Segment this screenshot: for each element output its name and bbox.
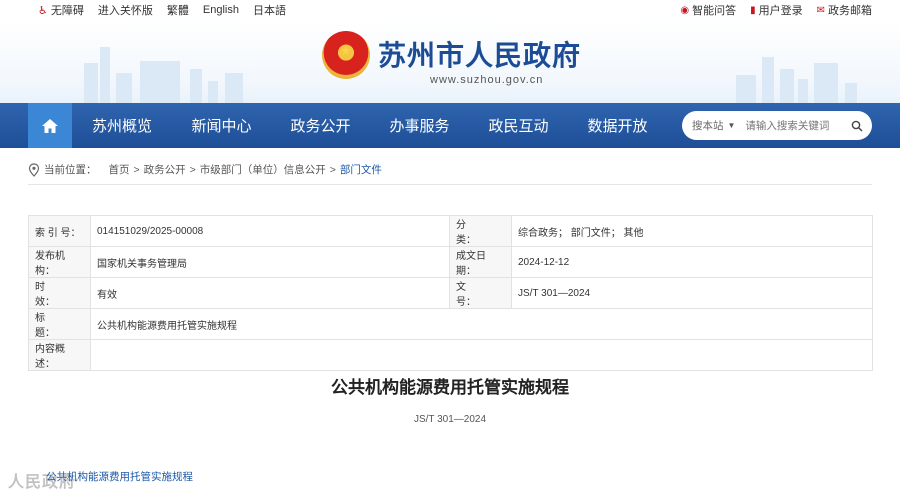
breadcrumb-gov-affairs[interactable]: 政务公开 <box>144 162 186 177</box>
mail-icon: ✉ <box>816 4 825 16</box>
star-icon: ★ <box>340 43 352 58</box>
index-label: 索 引 号： <box>28 215 91 247</box>
summary-value <box>90 339 873 371</box>
english-link[interactable]: English <box>203 4 239 16</box>
user-login-link[interactable]: ▮ 用户登录 <box>750 2 803 18</box>
smart-qa-link[interactable]: ◉ 智能问答 <box>680 2 736 18</box>
nav-news-center[interactable]: 新闻中心 <box>172 115 271 136</box>
title-label: 标 题： <box>28 308 91 340</box>
traditional-chinese-link[interactable]: 繁體 <box>167 2 189 18</box>
nav-suzhou-overview[interactable]: 苏州概览 <box>72 115 172 136</box>
summary-label: 内容概述： <box>28 339 91 371</box>
document-meta-table: 索 引 号： 014151029/2025-00008 分 类： 综合政务； 部… <box>28 215 873 371</box>
skyline-left-decoration <box>0 20 260 103</box>
dropdown-triangle-icon: ▼ <box>727 121 736 130</box>
breadcrumb-divider <box>28 184 872 185</box>
nav-services[interactable]: 办事服务 <box>370 115 469 136</box>
accessibility-link[interactable]: ♿ 无障碍 <box>38 2 84 18</box>
main-nav: 苏州概览 新闻中心 政务公开 办事服务 政民互动 数据开放 搜本站 ▼ <box>0 103 900 148</box>
accessibility-icon: ♿ <box>38 4 48 17</box>
gov-mail-link[interactable]: ✉ 政务邮箱 <box>817 2 872 18</box>
japanese-link[interactable]: 日本語 <box>253 2 286 18</box>
category-label: 分 类： <box>449 215 512 247</box>
search-scope-select[interactable]: 搜本站 ▼ <box>682 118 735 133</box>
site-url: www.suzhou.gov.cn <box>430 74 544 86</box>
site-header: ★ 苏州市人民政府 www.suzhou.gov.cn <box>0 20 900 103</box>
search-box: 搜本站 ▼ <box>682 111 872 140</box>
home-icon <box>42 118 58 133</box>
publisher-value: 国家机关事务管理局 <box>90 246 450 278</box>
breadcrumb-dept-documents[interactable]: 部门文件 <box>340 162 382 177</box>
doc-number-label: 文 号： <box>449 277 512 309</box>
user-icon: ▮ <box>750 4 756 16</box>
nav-open-data[interactable]: 数据开放 <box>568 115 667 136</box>
document-title: 公共机构能源费用托管实施规程 <box>331 378 569 398</box>
home-button[interactable] <box>28 103 72 148</box>
title-value: 公共机构能源费用托管实施规程 <box>90 308 873 340</box>
date-label: 成文日期： <box>449 246 512 278</box>
site-title[interactable]: 苏州市人民政府 <box>378 34 581 74</box>
validity-value: 有效 <box>90 277 450 309</box>
national-emblem-logo[interactable]: ★ <box>322 31 370 79</box>
breadcrumb: 当前位置： 首页 > 政务公开 > 市级部门（单位）信息公开 > 部门文件 <box>28 162 382 177</box>
care-mode-link[interactable]: 进入关怀版 <box>98 2 153 18</box>
publisher-label: 发布机构： <box>28 246 91 278</box>
nav-interaction[interactable]: 政民互动 <box>469 115 568 136</box>
validity-label: 时 效： <box>28 277 91 309</box>
nav-gov-affairs[interactable]: 政务公开 <box>271 115 370 136</box>
doc-number-value: JS/T 301—2024 <box>511 277 873 309</box>
search-input[interactable] <box>743 118 844 133</box>
skyline-right-decoration <box>650 20 900 103</box>
breadcrumb-home[interactable]: 首页 <box>109 162 130 177</box>
category-value: 综合政务； 部门文件； 其他 <box>511 215 873 247</box>
location-pin-icon <box>28 162 40 177</box>
qa-icon: ◉ <box>680 4 690 16</box>
top-utility-bar: ♿ 无障碍 进入关怀版 繁體 English 日本語 ◉ 智能问答 ▮ 用户登录 ✉ 政… <box>0 0 900 20</box>
search-icon[interactable] <box>851 120 863 132</box>
document-code: JS/T 301—2024 <box>413 414 487 425</box>
attachment-link[interactable]: 公共机构能源费用托管实施规程 <box>46 469 193 484</box>
breadcrumb-municipal-departments[interactable]: 市级部门（单位）信息公开 <box>200 162 326 177</box>
index-value: 014151029/2025-00008 <box>90 215 450 247</box>
date-value: 2024-12-12 <box>511 246 873 278</box>
